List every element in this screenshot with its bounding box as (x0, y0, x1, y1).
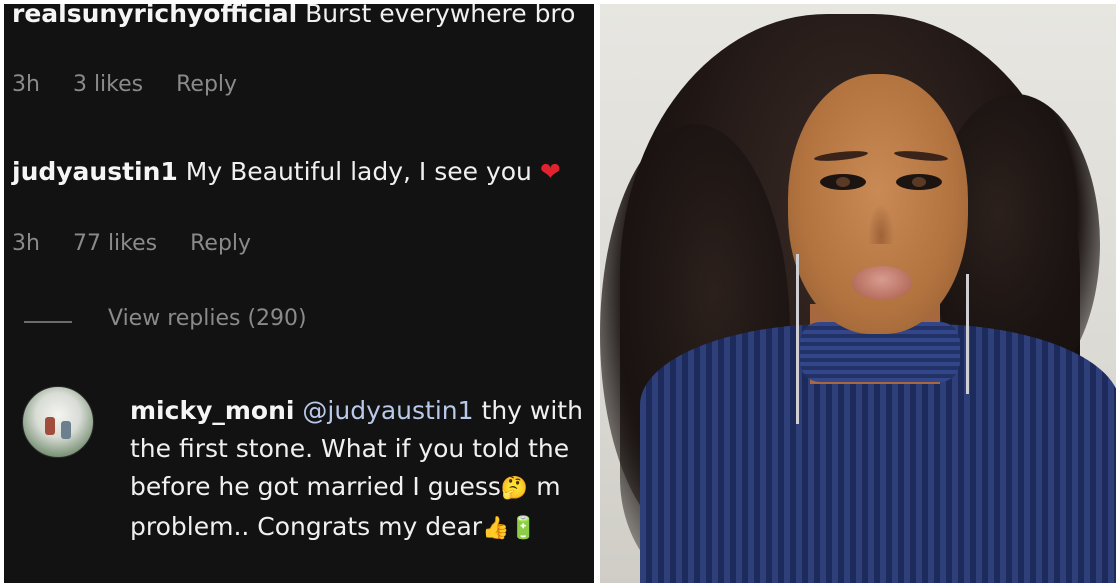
thumbs-up-icon: 👍 (482, 516, 510, 541)
reply-text: problem.. Congrats my dear (130, 512, 483, 541)
nose-shape (868, 204, 894, 244)
comment-1: realsunyrichyofficial Burst everywhere b… (12, 4, 575, 30)
comment-time: 3h (12, 72, 40, 97)
mention-link[interactable]: @judyaustin1 (302, 396, 473, 425)
comment-time: 3h (12, 231, 40, 256)
comment-1-meta: 3h 3 likes Reply (12, 72, 263, 97)
view-replies-button[interactable]: View replies (290) (108, 306, 307, 331)
reply-comment: micky_moni @judyaustin1 thy with the fir… (130, 392, 583, 548)
portrait-photo (600, 4, 1116, 583)
heart-icon: ❤ (539, 157, 561, 186)
eye-shape (820, 174, 866, 190)
lips-shape (852, 266, 912, 300)
reply-line-3: before he got married I guess🤔 m (130, 468, 583, 508)
reply-button[interactable]: Reply (190, 231, 251, 256)
comment-username[interactable]: realsunyrichyofficial (12, 4, 297, 28)
comment-2-meta: 3h 77 likes Reply (12, 231, 277, 256)
eye-shape (896, 174, 942, 190)
comment-username[interactable]: judyaustin1 (12, 157, 178, 186)
avatar-figure (45, 417, 55, 435)
earring-shape (966, 274, 969, 394)
comments-panel: realsunyrichyofficial Burst everywhere b… (4, 4, 594, 583)
battery-icon: 🔋 (509, 516, 537, 541)
reply-line-2: the first stone. What if you told the (130, 434, 570, 463)
avatar-figure (61, 421, 71, 439)
comment-text: Burst everywhere bro (305, 4, 576, 28)
reply-text: before he got married I guess (130, 472, 501, 501)
reply-line-1: micky_moni @judyaustin1 thy with (130, 392, 583, 430)
avatar[interactable] (22, 386, 94, 458)
comment-likes[interactable]: 77 likes (73, 231, 157, 256)
reply-line-4: problem.. Congrats my dear👍🔋 (130, 508, 583, 548)
comment-likes[interactable]: 3 likes (73, 72, 143, 97)
comment-2: judyaustin1 My Beautiful lady, I see you… (12, 156, 561, 188)
reply-username[interactable]: micky_moni (130, 396, 294, 425)
earring-shape (796, 254, 799, 424)
reply-text: thy with (481, 396, 583, 425)
reply-text: m (536, 472, 561, 501)
replies-divider (24, 321, 72, 323)
comment-text: My Beautiful lady, I see you (185, 157, 532, 186)
reply-button[interactable]: Reply (176, 72, 237, 97)
thinking-face-icon: 🤔 (500, 476, 529, 501)
